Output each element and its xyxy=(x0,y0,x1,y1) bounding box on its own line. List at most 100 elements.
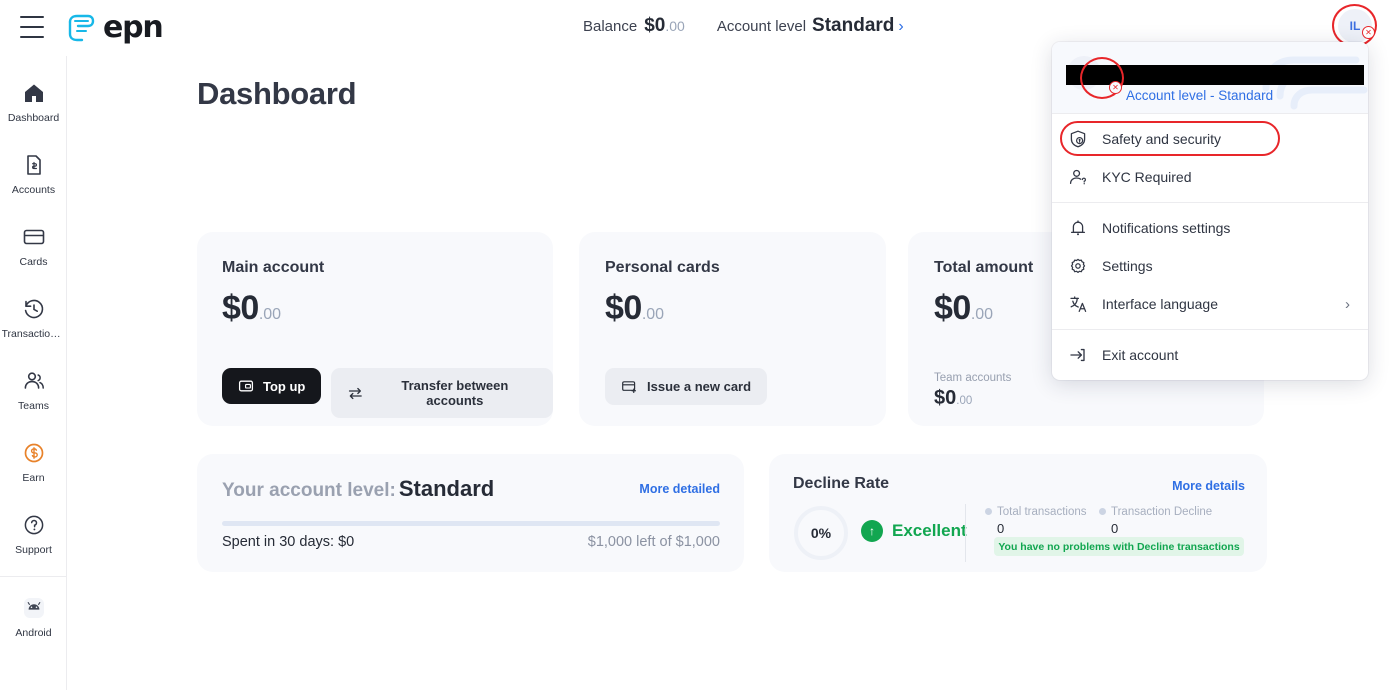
issue-new-card-button[interactable]: Issue a new card xyxy=(605,368,768,405)
team-accounts-label: Team accounts xyxy=(934,372,1012,384)
stat-value: 0 xyxy=(997,521,1005,536)
gauge-value: 0% xyxy=(810,525,832,541)
team-amount-value: $0 xyxy=(934,387,957,409)
dropdown-account-level[interactable]: Account level - Standard xyxy=(1126,88,1273,103)
more-detailed-link[interactable]: More detailed xyxy=(639,482,720,496)
dropdown-group-security: Safety and security KYC Required xyxy=(1052,114,1368,202)
hamburger-line xyxy=(20,36,44,38)
card-amount-value: $0 xyxy=(934,289,971,327)
balance-block: Balance $0.00 xyxy=(583,15,685,37)
dropdown-item-interface-language[interactable]: Interface language › xyxy=(1052,285,1368,323)
account-level-heading: Your account level: Standard xyxy=(222,476,494,502)
gear-icon xyxy=(1070,258,1086,274)
sidebar-item-dashboard[interactable]: Dashboard xyxy=(0,66,67,138)
team-amount-cents: .00 xyxy=(956,395,973,407)
decline-status: ↑ Excellent xyxy=(861,520,967,542)
decline-status-label: Excellent xyxy=(892,521,967,540)
users-icon xyxy=(24,371,44,389)
limit-remaining: $1,000 left of $1,000 xyxy=(587,534,720,550)
sidebar-item-support[interactable]: Support xyxy=(0,498,67,570)
account-level-block[interactable]: Account level Standard › xyxy=(717,15,904,37)
sidebar-item-label: Android xyxy=(15,626,52,639)
brand-name: epn xyxy=(103,10,164,45)
sidebar-item-label: Cards xyxy=(19,255,48,268)
card-amount-cents: .00 xyxy=(641,306,665,323)
account-level-prefix: Your account level: xyxy=(222,480,396,501)
balance-group: Balance $0.00 Account level Standard › xyxy=(583,15,904,37)
card-title: Personal cards xyxy=(605,259,720,276)
dollar-coin-icon xyxy=(24,443,43,462)
annotation-dropdown-avatar-badge-icon: ✕ xyxy=(1109,81,1122,94)
dropdown-item-label: Notifications settings xyxy=(1102,220,1231,236)
sidebar: Dashboard Accounts Cards Transaction ... xyxy=(0,56,67,690)
sidebar-item-android[interactable]: Android xyxy=(0,581,67,653)
sidebar-item-label: Earn xyxy=(22,471,45,484)
history-clock-icon xyxy=(24,299,43,318)
card-plus-icon xyxy=(622,381,637,394)
transfer-label: Transfer between accounts xyxy=(401,378,509,408)
dropdown-header: IL Account level - Standard ✕ xyxy=(1052,42,1368,113)
decline-status-banner: You have no problems with Decline transa… xyxy=(994,537,1244,556)
card-title: Main account xyxy=(222,259,325,276)
vertical-divider xyxy=(965,504,966,562)
account-level-label: Account level xyxy=(716,18,807,35)
top-up-label: Top up xyxy=(263,378,306,394)
brand-logo[interactable]: epn xyxy=(64,10,164,45)
stat-total-transactions: Total transactions 0 xyxy=(985,506,1087,536)
balance-label: Balance xyxy=(583,18,638,35)
sidebar-item-teams[interactable]: Teams xyxy=(0,354,67,426)
sidebar-item-label: Transaction ... xyxy=(1,327,66,340)
account-level-value: Standard xyxy=(398,476,495,501)
transfer-between-accounts-button[interactable]: Transfer between accounts xyxy=(331,368,553,418)
dropdown-item-exit-account[interactable]: Exit account xyxy=(1052,336,1368,374)
sidebar-item-label: Support xyxy=(15,543,52,556)
hamburger-line xyxy=(20,16,44,18)
stat-label: Total transactions xyxy=(997,506,1087,518)
balance-amount: $0 xyxy=(644,15,666,36)
card-amount: $0.00 xyxy=(222,289,281,328)
dropdown-item-settings[interactable]: Settings xyxy=(1052,247,1368,285)
card-main-account: Main account $0.00 Top up Transfer betwe… xyxy=(197,232,553,426)
arrow-up-circle-icon: ↑ xyxy=(861,520,883,542)
sidebar-item-cards[interactable]: Cards xyxy=(0,210,67,282)
avatar-initials: IL xyxy=(1349,19,1361,33)
sidebar-item-earn[interactable]: Earn xyxy=(0,426,67,498)
account-dropdown-menu: IL Account level - Standard ✕ Safety and… xyxy=(1052,42,1368,380)
page-title: Dashboard xyxy=(197,76,357,111)
app-root: epn Balance $0.00 Account level Standard › … xyxy=(0,0,1391,690)
card-decline-rate: Decline Rate More details 0% ↑ Excellent… xyxy=(769,454,1267,572)
top-up-button[interactable]: Top up xyxy=(222,368,322,404)
dropdown-item-kyc-required[interactable]: KYC Required xyxy=(1052,158,1368,196)
dropdown-item-safety-and-security[interactable]: Safety and security xyxy=(1052,120,1368,158)
card-amount: $0.00 xyxy=(934,289,993,328)
bell-icon xyxy=(1070,220,1086,236)
dropdown-item-label: Safety and security xyxy=(1102,131,1222,147)
dropdown-item-label: Exit account xyxy=(1102,347,1179,363)
sidebar-item-transaction-history[interactable]: Transaction ... xyxy=(0,282,67,354)
card-amount-value: $0 xyxy=(222,289,259,327)
annotation-avatar-badge-icon: ✕ xyxy=(1362,26,1375,39)
account-level-progress-bar xyxy=(222,521,720,526)
card-account-level: Your account level: Standard More detaile… xyxy=(197,454,744,572)
logout-icon xyxy=(1070,348,1085,362)
dropdown-item-notifications-settings[interactable]: Notifications settings xyxy=(1052,209,1368,247)
account-level-value: Standard xyxy=(812,15,895,36)
more-details-link[interactable]: More details xyxy=(1172,479,1245,493)
sidebar-divider xyxy=(0,576,67,577)
stat-label: Transaction Decline xyxy=(1111,506,1213,518)
document-dollar-icon xyxy=(26,154,41,175)
card-amount-cents: .00 xyxy=(258,306,282,323)
chevron-right-icon: › xyxy=(1345,295,1350,313)
card-title: Total amount xyxy=(934,259,1034,276)
issue-card-label: Issue a new card xyxy=(647,379,752,394)
android-icon xyxy=(23,597,44,618)
dropdown-item-label: Interface language xyxy=(1102,296,1218,312)
epn-logo-icon xyxy=(68,14,95,41)
sidebar-item-label: Dashboard xyxy=(7,111,60,124)
card-personal-cards: Personal cards $0.00 Issue a new card xyxy=(579,232,886,426)
hamburger-line xyxy=(20,26,44,28)
balance-cents: .00 xyxy=(665,18,685,34)
sidebar-item-accounts[interactable]: Accounts xyxy=(0,138,67,210)
stat-dot-icon xyxy=(1099,508,1106,516)
hamburger-menu-icon[interactable] xyxy=(20,16,44,38)
